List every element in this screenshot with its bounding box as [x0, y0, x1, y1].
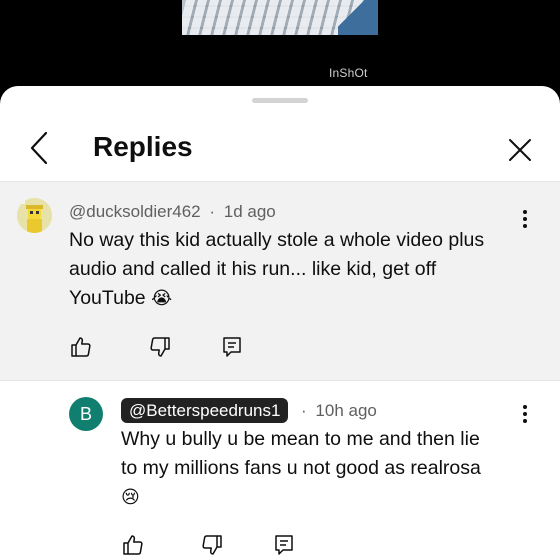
close-icon: [509, 139, 531, 161]
comment-time: 1d ago: [223, 202, 276, 221]
reply-line: to my millions fans u not good as realro…: [121, 457, 481, 479]
sheet-drag-handle[interactable]: [252, 98, 308, 103]
crying-emoji-icon: 😭: [151, 288, 173, 309]
comment-line: audio and called it his run... like kid,…: [69, 258, 437, 280]
reply-meta: · 10h ago: [301, 400, 377, 422]
avatar[interactable]: B: [69, 397, 103, 431]
reply-more-button[interactable]: [513, 400, 537, 428]
thumbs-up-icon: [123, 535, 143, 555]
thumbs-up-icon: [71, 337, 91, 357]
inshot-watermark: InShOt: [329, 66, 368, 80]
thumbs-down-icon: [150, 337, 170, 357]
thumbs-down-icon: [202, 535, 222, 555]
meta-separator: ·: [209, 202, 216, 221]
replies-header: Replies: [0, 110, 560, 181]
dislike-button[interactable]: [197, 530, 227, 560]
chevron-left-icon: [30, 131, 48, 165]
duck-avatar-icon: [17, 198, 52, 233]
reply-comment-icon: [223, 337, 241, 357]
comment-line: YouTube: [69, 287, 146, 309]
reply-button[interactable]: [217, 332, 247, 362]
parent-comment: @ducksoldier462 · 1d ago No way this kid…: [0, 182, 560, 380]
sad-emoji-icon: 😢: [121, 487, 140, 508]
reply-author-highlighted[interactable]: @Betterspeedruns1: [121, 398, 289, 423]
reply-button[interactable]: [269, 530, 299, 560]
reply-divider: [0, 380, 560, 381]
comment-text: No way this kid actually stole a whole v…: [69, 226, 529, 313]
dislike-button[interactable]: [145, 332, 175, 362]
video-frame: [182, 0, 378, 35]
reply-time: 10h ago: [315, 401, 377, 420]
reply-comment-icon: [275, 535, 293, 555]
reply-text: Why u bully u be mean to me and then lie…: [121, 425, 541, 512]
reply-line: Why u bully u be mean to me and then lie: [121, 428, 480, 450]
video-player[interactable]: InShOt: [0, 0, 560, 96]
page-title: Replies: [93, 131, 193, 162]
meta-separator: ·: [301, 401, 307, 420]
like-button[interactable]: [118, 530, 148, 560]
back-button[interactable]: [22, 128, 56, 168]
comment-line: No way this kid actually stole a whole v…: [69, 229, 485, 251]
like-button[interactable]: [66, 332, 96, 362]
close-button[interactable]: [500, 130, 540, 170]
comment-meta: @ducksoldier462 · 1d ago: [69, 201, 276, 223]
avatar[interactable]: [17, 198, 52, 233]
comment-author[interactable]: @ducksoldier462: [69, 202, 201, 221]
replies-sheet: Replies @ducksoldier462 · 1d ago No way …: [0, 86, 560, 560]
